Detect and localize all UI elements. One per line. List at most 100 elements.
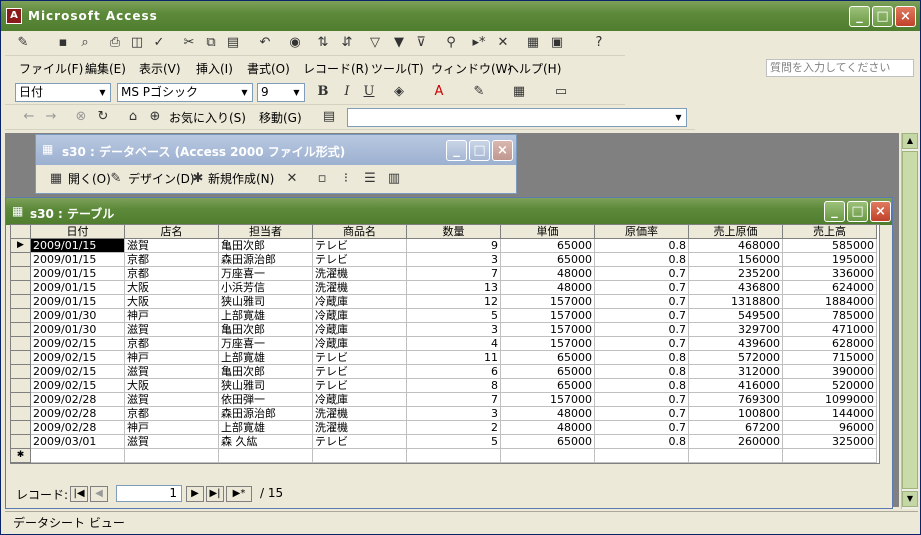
help-question-input[interactable]: 質問を入力してください	[766, 59, 914, 77]
line-color-icon[interactable]: ✎	[471, 84, 487, 100]
apply-filter-icon[interactable]: ⊽	[413, 35, 429, 51]
table-cell[interactable]: 2009/01/15	[31, 267, 125, 281]
italic-icon[interactable]: I	[339, 84, 355, 100]
table-cell[interactable]: 439600	[689, 337, 783, 351]
table-cell[interactable]: 冷蔵庫	[313, 337, 407, 351]
table-cell[interactable]: 2009/02/15	[31, 351, 125, 365]
table-cell[interactable]: 336000	[783, 267, 877, 281]
table-cell[interactable]: テレビ	[313, 253, 407, 267]
select-all-corner[interactable]	[11, 225, 31, 239]
menu-view[interactable]: 表示(V)	[139, 59, 181, 79]
row-selector[interactable]	[11, 379, 31, 393]
menu-format[interactable]: 書式(O)	[247, 59, 290, 79]
help-icon[interactable]: ?	[591, 35, 607, 51]
large-icons-icon[interactable]: ▫	[314, 171, 330, 187]
search-file-icon[interactable]: ⌕	[77, 35, 93, 51]
table-cell[interactable]: 100800	[689, 407, 783, 421]
table-cell[interactable]: 65000	[501, 253, 595, 267]
table-cell[interactable]: テレビ	[313, 239, 407, 253]
table-cell[interactable]	[219, 449, 313, 463]
datasheet-grid[interactable]: 日付 店名 担当者 商品名 数量 単価 原価率 売上原価 売上高 ▶ 2009/01/15 滋賀 亀田次…	[10, 224, 880, 464]
table-cell[interactable]: 8	[407, 379, 501, 393]
table-cell[interactable]: テレビ	[313, 379, 407, 393]
row-selector[interactable]	[11, 309, 31, 323]
row-selector[interactable]	[11, 323, 31, 337]
table-cell[interactable]	[595, 449, 689, 463]
table-cell[interactable]: 67200	[689, 421, 783, 435]
current-record-input[interactable]: 1	[116, 485, 182, 502]
row-selector[interactable]	[11, 253, 31, 267]
table-cell[interactable]: 0.8	[595, 239, 689, 253]
table-cell[interactable]: 万座喜一	[219, 267, 313, 281]
details-view-icon[interactable]: ▥	[386, 171, 402, 187]
column-header[interactable]: 数量	[407, 225, 501, 239]
underline-icon[interactable]: U	[361, 84, 377, 100]
table-cell[interactable]: 329700	[689, 323, 783, 337]
menu-records[interactable]: レコード(R)	[303, 59, 369, 79]
table-cell[interactable]: 小浜芳信	[219, 281, 313, 295]
table-cell[interactable]	[125, 449, 219, 463]
table-cell[interactable]: 滋賀	[125, 435, 219, 449]
close-button[interactable]: ×	[895, 6, 916, 27]
table-cell[interactable]: 7	[407, 267, 501, 281]
table-cell[interactable]	[689, 449, 783, 463]
table-cell[interactable]: テレビ	[313, 365, 407, 379]
new-record-nav-button[interactable]: ▶*	[226, 486, 252, 502]
small-icons-icon[interactable]: ⁝	[338, 171, 354, 187]
font-color-icon[interactable]: A	[431, 84, 447, 100]
table-row[interactable]: 2009/02/15 大阪 狭山雅司 テレビ 8 65000 0.8 416000 520000	[11, 379, 879, 393]
table-cell[interactable]: 万座喜一	[219, 337, 313, 351]
table-cell[interactable]: テレビ	[313, 351, 407, 365]
table-cell[interactable]	[783, 449, 877, 463]
table-cell[interactable]: 468000	[689, 239, 783, 253]
scroll-up-icon[interactable]: ▲	[902, 133, 918, 149]
favorites-menu[interactable]: お気に入り(S)	[167, 107, 248, 129]
menu-tools[interactable]: ツール(T)	[371, 59, 424, 79]
table-cell[interactable]: 65000	[501, 239, 595, 253]
table-cell[interactable]: 12	[407, 295, 501, 309]
table-cell[interactable]: 157000	[501, 393, 595, 407]
table-cell[interactable]: 9	[407, 239, 501, 253]
table-cell[interactable]: 715000	[783, 351, 877, 365]
table-maximize-button[interactable]: □	[847, 201, 868, 222]
table-cell[interactable]: 157000	[501, 295, 595, 309]
table-cell[interactable]: 洗濯機	[313, 281, 407, 295]
table-cell[interactable]: 3	[407, 407, 501, 421]
table-row[interactable]: 2009/02/15 神戸 上部寛雄 テレビ 11 65000 0.8 572000 71500…	[11, 351, 879, 365]
table-cell[interactable]: 628000	[783, 337, 877, 351]
table-cell[interactable]: 624000	[783, 281, 877, 295]
table-cell[interactable]: 48000	[501, 281, 595, 295]
address-combo[interactable]: ▼	[347, 108, 687, 127]
table-cell[interactable]: 0.8	[595, 435, 689, 449]
previous-record-button[interactable]: ◀	[90, 486, 108, 502]
view-icon[interactable]: ✎	[15, 35, 31, 51]
design-button[interactable]: デザイン(D)	[126, 168, 197, 190]
table-cell[interactable]: 大阪	[125, 281, 219, 295]
find-icon[interactable]: ⚲	[443, 35, 459, 51]
table-cell[interactable]: 2009/01/15	[31, 295, 125, 309]
cut-icon[interactable]: ✂	[181, 35, 197, 51]
table-cell[interactable]: テレビ	[313, 435, 407, 449]
table-cell[interactable]: 520000	[783, 379, 877, 393]
sort-ascending-icon[interactable]: ⇅	[315, 35, 331, 51]
table-minimize-button[interactable]: _	[824, 201, 845, 222]
table-cell[interactable]: 神戸	[125, 309, 219, 323]
row-selector[interactable]	[11, 435, 31, 449]
table-cell[interactable]: 65000	[501, 379, 595, 393]
table-cell[interactable]: 2009/01/15	[31, 253, 125, 267]
table-cell[interactable]: 156000	[689, 253, 783, 267]
table-cell[interactable]	[31, 449, 125, 463]
row-selector[interactable]	[11, 393, 31, 407]
menu-help[interactable]: ヘルプ(H)	[507, 59, 561, 79]
table-row[interactable]: ▶ 2009/01/15 滋賀 亀田次郎 テレビ 9 65000 0.8 468000 58500…	[11, 239, 879, 253]
table-cell[interactable]: 48000	[501, 407, 595, 421]
table-cell[interactable]: 11	[407, 351, 501, 365]
column-header[interactable]: 売上高	[783, 225, 877, 239]
table-close-button[interactable]: ×	[870, 201, 891, 222]
delete-icon[interactable]: ✕	[284, 171, 300, 187]
table-cell[interactable]: 2009/01/15	[31, 239, 125, 253]
spelling-icon[interactable]: ✓	[151, 35, 167, 51]
db-minimize-button[interactable]: _	[446, 140, 467, 161]
table-cell[interactable]: 157000	[501, 323, 595, 337]
table-row[interactable]: 2009/02/28 京都 森田源治郎 洗濯機 3 48000 0.7 100800 14400…	[11, 407, 879, 421]
